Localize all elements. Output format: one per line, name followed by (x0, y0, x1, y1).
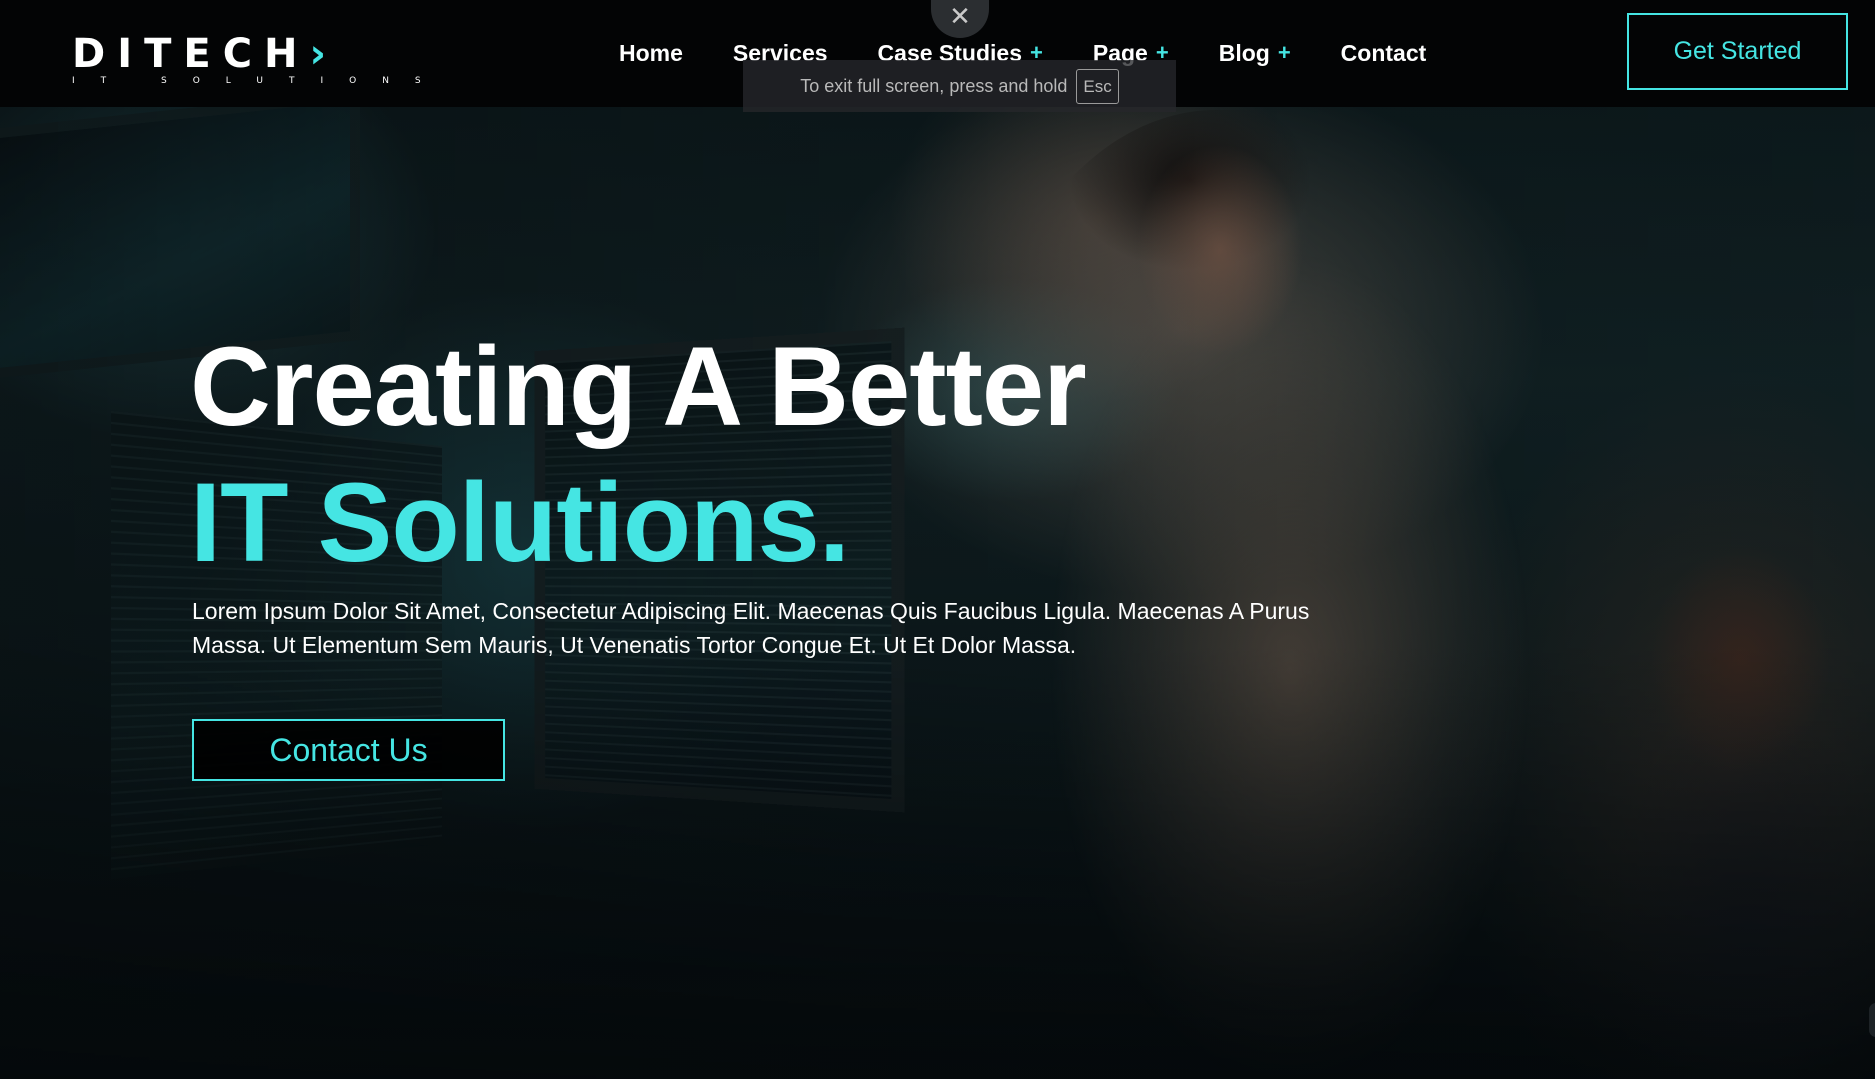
nav-item-label: Contact (1340, 39, 1427, 66)
close-glyph: ✕ (949, 1, 971, 31)
esc-key-badge: Esc (1076, 68, 1119, 104)
fullscreen-notice-text: To exit full screen, press and hold (800, 75, 1068, 96)
logo-text: DITECH (72, 31, 310, 77)
nav-item-label: Blog (1218, 39, 1270, 66)
contact-us-button[interactable]: Contact Us (192, 719, 505, 781)
fullscreen-notice: To exit full screen, press and hold Esc (743, 60, 1176, 112)
page: DITECH› IT SOLUTIONS Home Services Case … (0, 0, 1875, 1079)
plus-icon: + (1277, 40, 1291, 65)
logo-tagline: IT SOLUTIONS (72, 76, 447, 86)
nav-item-label: Home (619, 39, 683, 66)
site-logo[interactable]: DITECH› IT SOLUTIONS (72, 34, 452, 90)
hero-description: Lorem Ipsum Dolor Sit Amet, Consectetur … (192, 598, 1310, 658)
scroll-indicator[interactable] (1869, 1003, 1875, 1037)
hero-title-line-1: Creating A Better (190, 324, 1087, 449)
logo-wordmark: DITECH› (72, 34, 452, 74)
nav-item-home[interactable]: Home (619, 40, 683, 67)
nav-item-blog[interactable]: Blog + (1219, 40, 1291, 67)
hero-title-line-2: IT Solutions. (190, 460, 850, 585)
nav-item-contact[interactable]: Contact (1341, 40, 1427, 67)
logo-accent-mark: › (309, 31, 339, 77)
get-started-button[interactable]: Get Started (1627, 13, 1848, 90)
